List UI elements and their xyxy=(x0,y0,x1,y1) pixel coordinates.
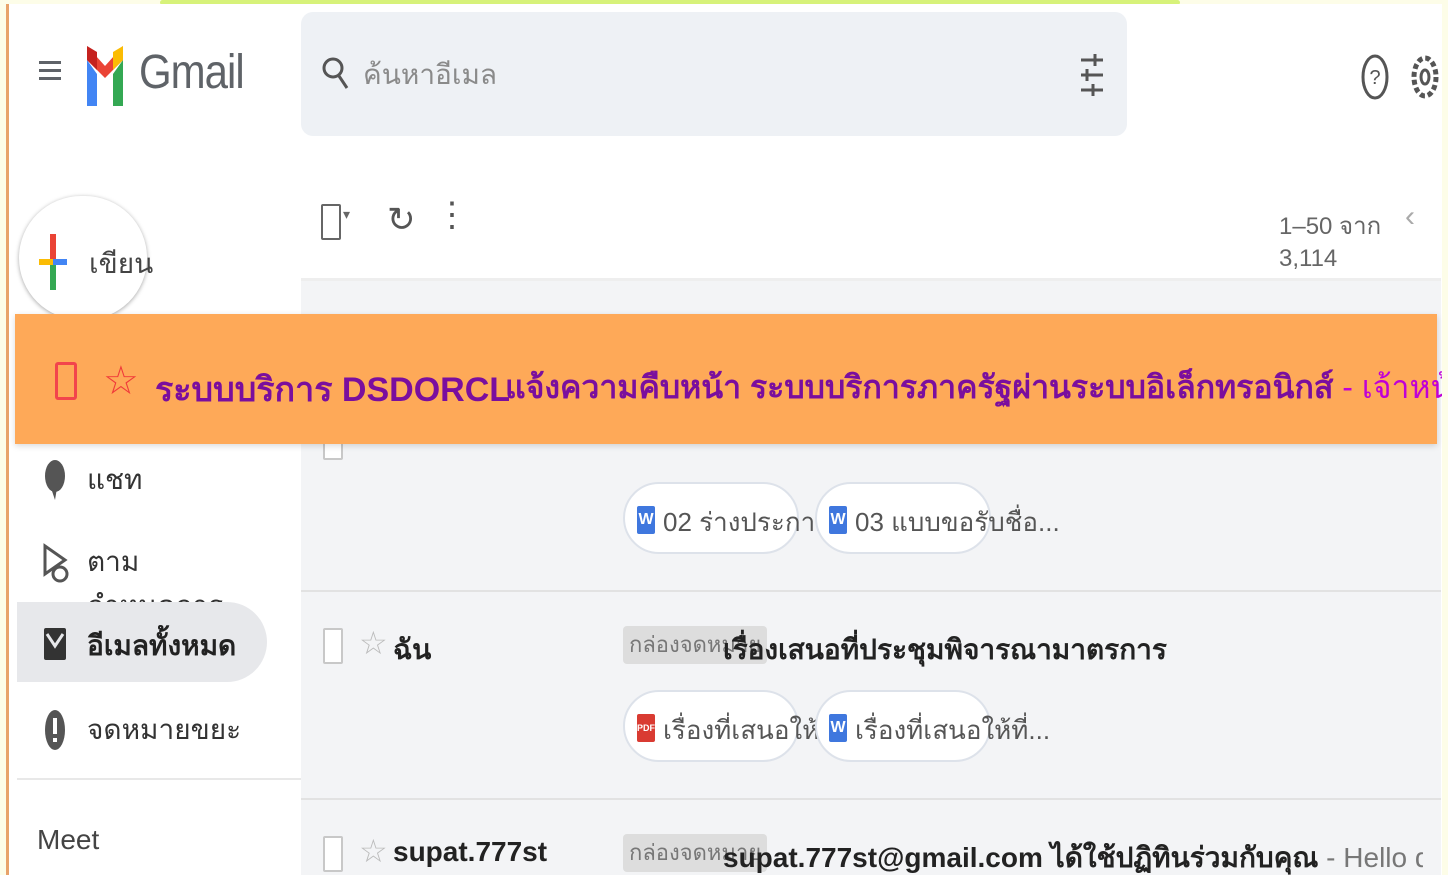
email-row[interactable]: ☆ supat.777st กล่องจดหมาย supat.777st@gm… xyxy=(301,808,1441,875)
word-file-icon: W xyxy=(829,506,847,534)
search-icon[interactable] xyxy=(321,54,351,94)
email-snippet: - Hello dsd.groupsr@gmail.com, เราขอแจ้ง… xyxy=(1326,842,1423,873)
star-icon[interactable]: ☆ xyxy=(103,358,139,404)
attachment-name: 03 แบบขอรับชื่อ... xyxy=(855,507,1060,537)
svg-text:?: ? xyxy=(1369,67,1380,89)
email-subject-line: แจ้งความคืบหน้า ระบบบริการภาครัฐผ่านระบบ… xyxy=(505,362,1442,413)
gmail-logo-icon xyxy=(87,46,123,106)
nav-label-spam: จดหมายขยะ xyxy=(87,714,242,745)
nav-item-spam[interactable]: จดหมายขยะ xyxy=(17,686,267,766)
search-input[interactable] xyxy=(361,52,1065,98)
nav-item-all-mail[interactable]: อีเมลทั้งหมด xyxy=(17,602,267,682)
gmail-window: Gmail ? เขียน xyxy=(6,4,1442,875)
list-toolbar: ▾ ↻ ⋮ 1–50 จาก 3,114 ‹ xyxy=(301,144,1441,278)
nav-divider xyxy=(17,778,303,780)
attachment-chip[interactable]: W เรื่องที่เสนอให้ที่... xyxy=(815,690,1050,762)
chevron-left-icon[interactable]: ‹ xyxy=(1405,200,1415,234)
row-checkbox[interactable] xyxy=(323,836,343,872)
settings-gear-icon[interactable] xyxy=(1411,52,1439,102)
spam-icon xyxy=(45,710,65,750)
all-mail-icon xyxy=(44,628,66,660)
email-row-partial[interactable]: W 02 ร่างประกาศ P... W 03 แบบขอรับชื่อ..… xyxy=(301,434,1441,584)
email-row-highlighted[interactable]: ☆ ระบบบริการ DSDORCL แจ้งความคืบหน้า ระบ… xyxy=(15,314,1442,444)
select-dropdown-icon[interactable]: ▾ xyxy=(343,206,350,223)
star-icon[interactable]: ☆ xyxy=(359,832,388,870)
attachment-chip[interactable]: W 02 ร่างประกาศ P... xyxy=(623,482,875,554)
email-subject: เรื่องเสนอที่ประชุมพิจารณามาตรการ xyxy=(723,634,1167,665)
nav-item-scheduled[interactable]: ตามกำหนดการ xyxy=(17,518,267,621)
row-checkbox[interactable] xyxy=(55,362,77,400)
word-file-icon: W xyxy=(829,714,847,742)
email-subject: แจ้งความคืบหน้า ระบบบริการภาครัฐผ่านระบบ… xyxy=(505,369,1334,405)
word-file-icon: W xyxy=(637,506,655,534)
attachment-chip[interactable]: W 03 แบบขอรับชื่อ... xyxy=(815,482,1060,554)
select-all-checkbox[interactable] xyxy=(321,204,341,240)
chat-icon xyxy=(45,460,65,500)
refresh-icon[interactable]: ↻ xyxy=(387,200,416,240)
pdf-file-icon: PDF xyxy=(637,714,655,742)
nav-label-chat: แชท xyxy=(87,464,143,495)
email-sender: ระบบบริการ DSDORCL xyxy=(155,371,511,409)
gmail-logo-text: Gmail xyxy=(139,44,245,99)
email-subject: supat.777st@gmail.com ได้ใช้ปฏิทินร่วมกั… xyxy=(723,842,1319,873)
scheduled-icon xyxy=(43,543,69,583)
attachment-name: เรื่องที่เสนอให้ที่... xyxy=(855,715,1051,745)
compose-label: เขียน xyxy=(89,248,154,279)
more-vertical-icon[interactable]: ⋮ xyxy=(435,198,469,232)
email-row[interactable]: ☆ ฉัน กล่องจดหมาย เรื่องเสนอที่ประชุมพิจ… xyxy=(301,600,1441,796)
page-count: 1–50 จาก 3,114 xyxy=(1279,213,1382,272)
email-sender: supat.777st xyxy=(393,836,548,867)
row-divider xyxy=(301,590,1441,592)
attachment-chip[interactable]: PDF เรื่องที่เสนอให้ที่... xyxy=(623,690,858,762)
email-sender: ฉัน xyxy=(393,634,432,665)
help-icon[interactable]: ? xyxy=(1361,54,1389,100)
main-menu-icon[interactable] xyxy=(39,56,61,88)
compose-button[interactable]: เขียน xyxy=(19,196,153,320)
email-snippet: - เจ้าหน้าที่ได้อ่านคำร้... xyxy=(1342,369,1442,405)
search-options-icon[interactable] xyxy=(1079,52,1105,98)
email-subject-line: supat.777st@gmail.com ได้ใช้ปฏิทินร่วมกั… xyxy=(723,836,1423,875)
search-bar[interactable] xyxy=(301,12,1127,136)
compose-plus-icon xyxy=(39,234,67,290)
row-checkbox[interactable] xyxy=(323,628,343,664)
row-divider xyxy=(301,798,1441,800)
nav-item-chat[interactable]: แชท xyxy=(17,436,267,516)
meet-section-title: Meet xyxy=(37,824,100,855)
star-icon[interactable]: ☆ xyxy=(359,624,388,662)
nav-label-all-mail: อีเมลทั้งหมด xyxy=(87,630,237,661)
